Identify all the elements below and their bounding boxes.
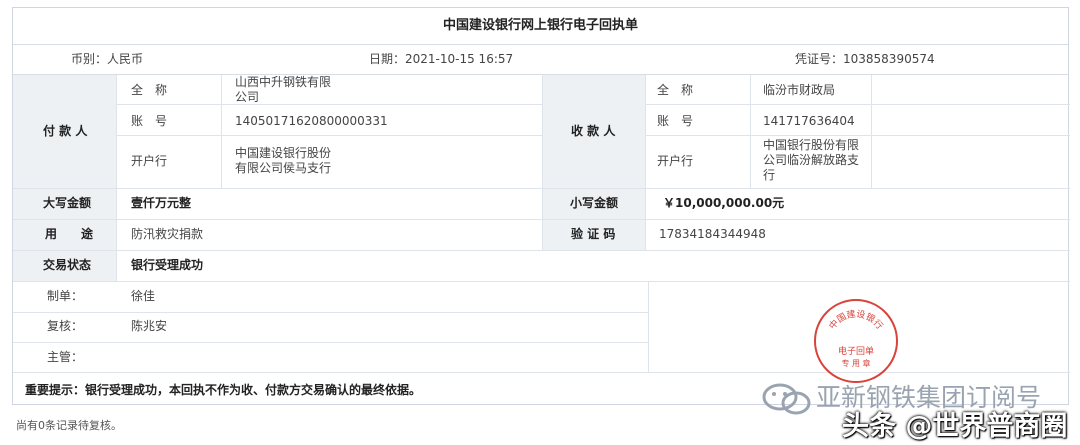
important-notice: 重要提示：银行受理成功，本回执不作为收、付款方交易确认的最终依据。: [25, 383, 422, 397]
payer-bank-line2: 有限公司侯马支行: [235, 161, 332, 175]
supervisor-label: 主管：: [47, 350, 84, 364]
amount-lower-value: ￥10,000,000.00元: [663, 196, 785, 210]
receipt-title: 中国建设银行网上银行电子回执单: [13, 8, 1068, 45]
verification-code-label: 验 证 码: [571, 227, 616, 241]
pending-review-note: 尚有0条记录待复核。: [16, 419, 122, 432]
payer-account-value: 14050171620800000331: [235, 114, 388, 128]
verification-code-value: 17834184344948: [659, 227, 766, 241]
purpose-value: 防汛救灾捐款: [131, 227, 204, 241]
seal-line2: 电子回单: [838, 345, 874, 357]
seal-line3: 专 用 章: [841, 358, 870, 368]
payer-bank-line1: 中国建设银行股份: [235, 146, 332, 160]
payee-heading: 收 款 人: [571, 124, 616, 138]
amount-upper-label: 大写金额: [43, 196, 92, 210]
payer-name-line1: 山西中升钢铁有限: [235, 75, 332, 89]
payee-bank-line2: 公司临汾解放路支: [763, 153, 860, 167]
payee-bank-label: 开户行: [657, 154, 694, 168]
seal-arc-text: 中国建设银行: [826, 308, 885, 332]
bank-seal-icon: 中国建设银行 电子回单 专 用 章: [814, 299, 898, 383]
watermark-toutiao: 头条 @世界普商圈: [842, 411, 1068, 442]
payer-name-line2: 公司: [235, 90, 260, 104]
payee-bank-line1: 中国银行股份有限: [763, 138, 860, 152]
amount-upper-value: 壹仟万元整: [131, 196, 192, 210]
payee-name-value: 临汾市财政局: [763, 83, 836, 97]
checker-value: 陈兆安: [131, 319, 168, 333]
voucher-number: 凭证号：103858390574: [795, 52, 935, 66]
payer-name-label: 全 称: [131, 83, 168, 97]
receipt-info-row: 币别：人民币 日期：2021-10-15 16:57 凭证号：103858390…: [13, 44, 1068, 75]
maker-label: 制单：: [47, 289, 84, 303]
payer-heading: 付 款 人: [43, 124, 88, 138]
date-text: 日期：2021-10-15 16:57: [369, 52, 514, 66]
status-value: 银行受理成功: [131, 258, 204, 272]
status-label: 交易状态: [43, 258, 92, 272]
currency-text: 币别：人民币: [71, 52, 144, 66]
payer-account-label: 账 号: [131, 114, 168, 128]
payee-bank-line3: 行: [763, 168, 776, 182]
wechat-logo-icon: [762, 383, 811, 415]
payer-bank-label: 开户行: [131, 154, 168, 168]
payee-name-label: 全 称: [657, 83, 694, 97]
amount-lower-label: 小写金额: [570, 196, 619, 210]
svg-text:中国建设银行: 中国建设银行: [826, 308, 885, 332]
maker-value: 徐佳: [131, 289, 156, 303]
checker-label: 复核：: [47, 319, 84, 333]
payee-account-value: 141717636404: [763, 114, 855, 128]
purpose-label: 用 途: [45, 227, 94, 241]
receipt-frame: 中国建设银行网上银行电子回执单 币别：人民币 日期：2021-10-15 16:…: [12, 7, 1070, 405]
payee-account-label: 账 号: [657, 114, 694, 128]
